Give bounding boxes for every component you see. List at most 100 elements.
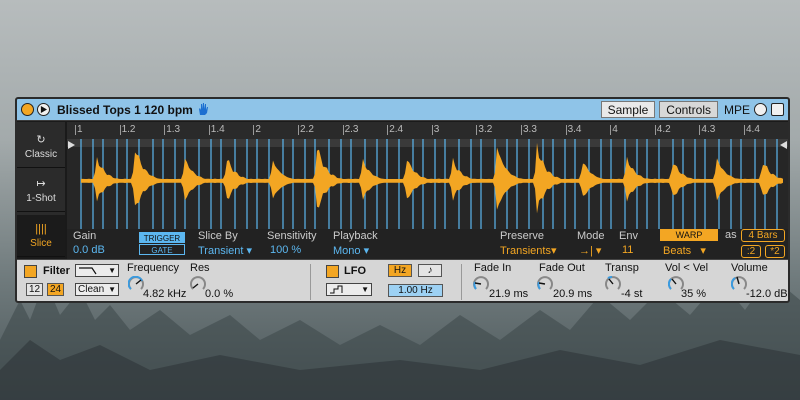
frequency-knob[interactable] xyxy=(128,276,144,292)
filter-type-dropdown[interactable]: ▼ xyxy=(75,264,119,277)
transp-value: -4 st xyxy=(621,288,643,300)
ruler-tick-label: 3.2 xyxy=(478,124,493,135)
volume-label: Volume xyxy=(731,262,768,274)
filter-circuit-dropdown[interactable]: Clean ▼ xyxy=(75,283,119,296)
ruler-tick-mark xyxy=(208,125,210,135)
tab-controls[interactable]: Controls xyxy=(659,101,718,118)
sample-title: Blissed Tops 1 120 bpm xyxy=(57,102,193,117)
env-value[interactable]: 11 xyxy=(622,244,633,256)
slope-12-button[interactable]: 12 xyxy=(26,283,43,296)
ruler-tick-mark xyxy=(342,125,344,135)
bars-length-box[interactable]: 4 Bars xyxy=(741,229,785,242)
mpe-label[interactable]: MPE xyxy=(724,103,750,117)
title-bar: Blissed Tops 1 120 bpm Sample Controls M… xyxy=(17,99,788,121)
ruler-tick-label: 4.2 xyxy=(656,124,671,135)
playback-label: Playback xyxy=(333,230,378,242)
chevron-down-icon: ▼ xyxy=(108,285,116,294)
volume-value: -12.0 dB xyxy=(746,288,788,300)
ruler-tick-mark xyxy=(387,125,389,135)
preview-play-button[interactable] xyxy=(37,103,50,116)
lfo-sync-button[interactable]: ♪ xyxy=(418,264,442,277)
preserve-label: Preserve xyxy=(500,230,545,242)
lfo-label: LFO xyxy=(344,265,366,277)
chevron-down-icon: ▾ xyxy=(700,245,706,257)
playback-value: Mono xyxy=(333,245,361,257)
res-label: Res xyxy=(190,262,210,274)
fade-in-value: 21.9 ms xyxy=(489,288,529,300)
trigger-button[interactable]: TRIGGER xyxy=(139,232,185,243)
chevron-down-icon: ▾ xyxy=(595,245,602,257)
beat-ruler[interactable]: 1 1.2 1.3 1.4 2 2.2 2.3 2.4 3 3.2 3.3 3.4 4 4.2 4.3 4.4 xyxy=(67,122,788,139)
gate-button[interactable]: GATE xyxy=(139,244,185,255)
preserve-value: Transients xyxy=(500,245,551,257)
slice-by-label: Slice By xyxy=(198,230,238,242)
gain-value[interactable]: 0.0 dB xyxy=(73,244,105,256)
loop-mode-dropdown[interactable]: →| ▾ xyxy=(579,244,601,257)
mode-slice[interactable]: |||| Slice xyxy=(17,215,65,257)
slice-parameters: Gain 0.0 dB TRIGGER GATE Slice By Transi… xyxy=(67,229,788,259)
as-label: as xyxy=(725,229,737,241)
sensitivity-value[interactable]: 100 % xyxy=(270,244,301,256)
frequency-value: 4.82 kHz xyxy=(143,288,187,300)
chevron-down-icon: ▾ xyxy=(550,245,557,257)
ruler-tick-mark xyxy=(431,125,433,135)
warp-mode-dropdown[interactable]: Beats ▾ xyxy=(663,244,706,257)
mode-one-shot[interactable]: ↦ 1-Shot xyxy=(17,170,65,212)
lfo-waveform-dropdown[interactable]: ▼ xyxy=(326,283,372,296)
double-length-button[interactable]: *2 xyxy=(765,245,785,258)
transpose-knob[interactable] xyxy=(605,276,621,292)
slice-by-dropdown[interactable]: Transient ▾ xyxy=(198,244,252,257)
ruler-tick-label: 4 xyxy=(612,124,618,135)
preserve-dropdown[interactable]: Transients▾ xyxy=(500,244,556,257)
chevron-down-icon: ▾ xyxy=(246,245,253,257)
fade-in-label: Fade In xyxy=(474,262,512,274)
ruler-tick-label: 1 xyxy=(77,124,83,135)
hand-icon[interactable] xyxy=(197,103,209,116)
hot-swap-icon[interactable] xyxy=(754,103,767,116)
ruler-tick-label: 2.4 xyxy=(389,124,404,135)
bottom-controls: Filter ▼ 12 24 Clean ▼ Frequency 4.82 kH… xyxy=(17,259,788,301)
lfo-rate-value[interactable]: 1.00 Hz xyxy=(388,284,443,297)
fade-in-knob[interactable] xyxy=(473,276,489,292)
ruler-tick-mark xyxy=(253,125,255,135)
warp-mode-value: Beats xyxy=(663,245,692,257)
ruler-tick-label: 4.4 xyxy=(746,124,760,135)
waveform-display[interactable] xyxy=(67,139,788,229)
device-power-button[interactable] xyxy=(21,103,34,116)
loop-icon: ↻ xyxy=(36,134,46,146)
volume-knob[interactable] xyxy=(731,276,747,292)
transp-label: Transp xyxy=(605,262,639,274)
save-preset-icon[interactable] xyxy=(771,103,784,116)
mode-classic[interactable]: ↻ Classic xyxy=(17,126,65,168)
lfo-toggle[interactable] xyxy=(326,265,339,278)
vol-vel-label: Vol < Vel xyxy=(665,262,709,274)
fade-out-value: 20.9 ms xyxy=(553,288,593,300)
frequency-label: Frequency xyxy=(127,262,179,274)
filter-label: Filter xyxy=(43,265,70,277)
divider xyxy=(461,264,462,300)
one-shot-icon: ↦ xyxy=(36,178,46,190)
tab-sample[interactable]: Sample xyxy=(600,101,656,118)
playback-dropdown[interactable]: Mono ▾ xyxy=(333,244,369,257)
slope-24-button[interactable]: 24 xyxy=(47,283,64,296)
warp-button[interactable]: WARP xyxy=(660,229,718,241)
ruler-tick-label: 3.3 xyxy=(523,124,537,135)
env-label: Env xyxy=(619,230,638,242)
divider xyxy=(310,264,311,300)
ruler-tick-mark xyxy=(521,125,522,135)
ruler-tick-mark xyxy=(476,125,478,135)
ruler-tick-label: 2.3 xyxy=(344,124,359,135)
resonance-knob[interactable] xyxy=(190,276,206,292)
ruler-tick-label: 2 xyxy=(255,124,261,135)
filter-toggle[interactable] xyxy=(24,265,37,278)
ruler-tick-label: 1.4 xyxy=(210,124,225,135)
loop-mode-value: →| xyxy=(579,245,593,257)
ruler-tick-label: 2.2 xyxy=(300,124,314,135)
trigger-gate-switch[interactable]: TRIGGER GATE xyxy=(139,232,185,255)
fade-out-knob[interactable] xyxy=(537,276,553,292)
mode-one-shot-label: 1-Shot xyxy=(26,193,56,204)
lfo-hz-button[interactable]: Hz xyxy=(388,264,412,277)
ruler-tick-label: 3 xyxy=(433,124,440,135)
vol-vel-value: 35 % xyxy=(681,288,707,300)
half-length-button[interactable]: :2 xyxy=(741,245,761,258)
